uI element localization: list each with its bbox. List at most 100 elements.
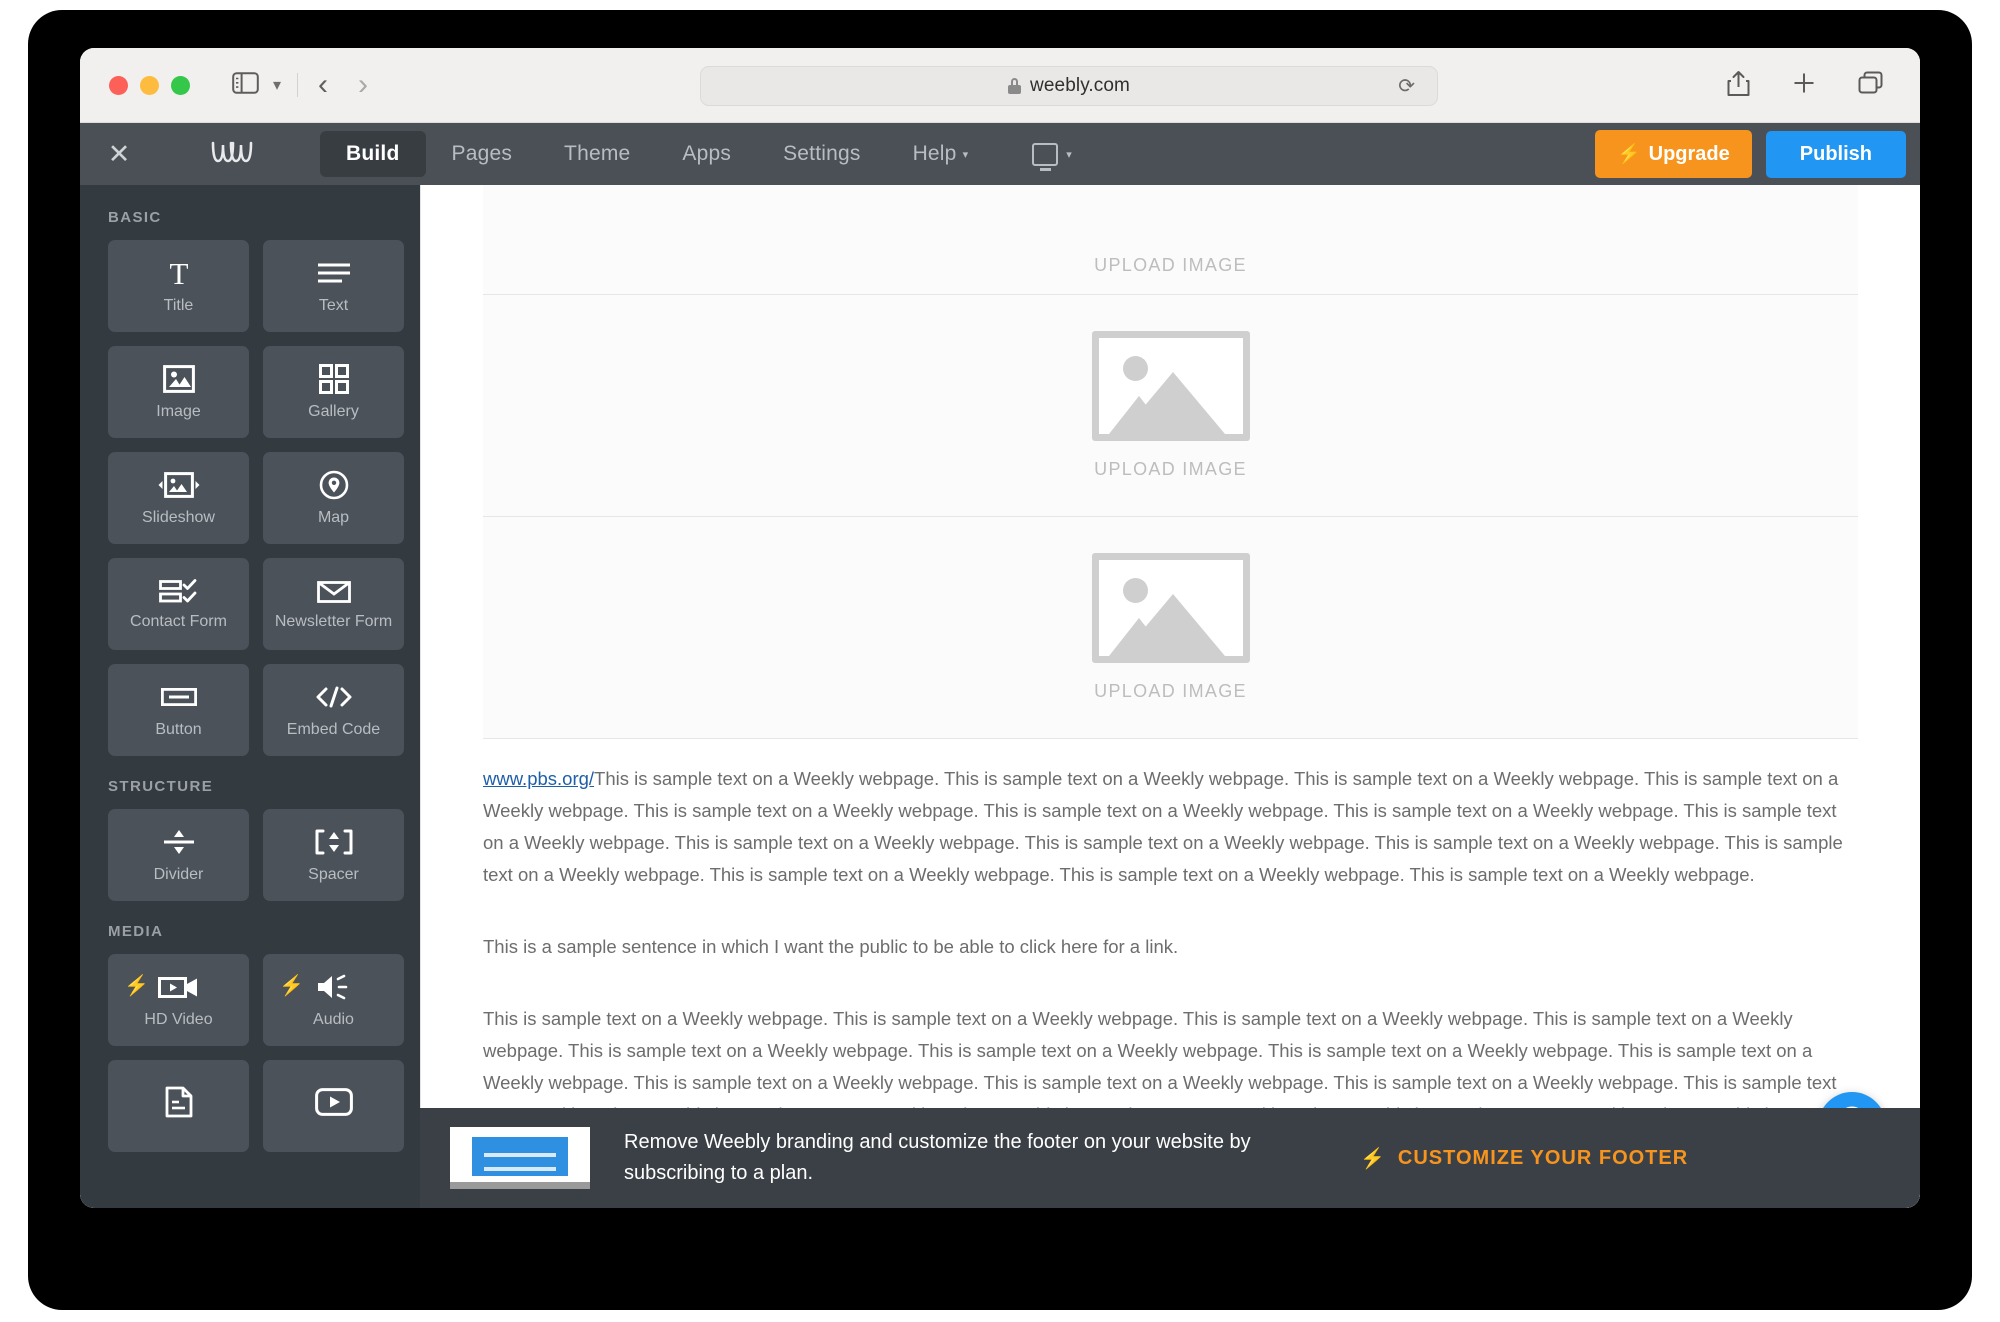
tab-apps[interactable]: Apps xyxy=(656,131,757,177)
palette-section-structure-title: STRUCTURE xyxy=(108,778,214,795)
palette-item-spacer[interactable]: Spacer xyxy=(263,809,404,901)
palette-item-slideshow[interactable]: Slideshow xyxy=(108,452,249,544)
palette-item-audio[interactable]: ⚡ Audio xyxy=(263,954,404,1046)
plus-icon[interactable] xyxy=(1792,71,1816,100)
weebly-logo[interactable] xyxy=(210,139,254,169)
image-placeholder-icon xyxy=(1091,553,1250,663)
divider-icon xyxy=(162,827,196,857)
device-preview-selector[interactable]: ▾ xyxy=(1032,142,1072,171)
editor-nav-actions[interactable]: ⚡ Upgrade Publish xyxy=(1594,130,1906,178)
publish-button-label: Publish xyxy=(1799,142,1872,165)
editor-top-nav: ✕ Build Pages Theme Apps Settings Help ▾ … xyxy=(80,123,1920,185)
palette-item-map[interactable]: Map xyxy=(263,452,404,544)
palette-item-image[interactable]: Image xyxy=(108,346,249,438)
reload-icon[interactable]: ⟳ xyxy=(1398,74,1415,99)
palette-item-document[interactable] xyxy=(108,1060,249,1152)
palette-item-hd-video[interactable]: ⚡ HD Video xyxy=(108,954,249,1046)
envelope-icon xyxy=(316,577,351,607)
lightning-icon: ⚡ xyxy=(1616,144,1641,165)
palette-item-contact-form[interactable]: Contact Form xyxy=(108,558,249,650)
play-box-icon xyxy=(314,1087,353,1117)
tab-build[interactable]: Build xyxy=(320,131,426,177)
palette-item-newsletter-form[interactable]: Newsletter Form xyxy=(263,558,404,650)
tab-overview-icon[interactable] xyxy=(1858,71,1884,100)
editor-body: BASIC T Title Text Image Gallery Slidesh… xyxy=(80,185,1920,1208)
upgrade-button-label: Upgrade xyxy=(1648,142,1730,165)
palette-item-label: Contact Form xyxy=(130,613,227,631)
promo-text: Remove Weebly branding and customize the… xyxy=(624,1131,1251,1184)
pro-lightning-icon: ⚡ xyxy=(124,975,149,997)
upload-image-label: UPLOAD IMAGE xyxy=(1094,681,1247,701)
element-palette-sidebar[interactable]: BASIC T Title Text Image Gallery Slidesh… xyxy=(80,185,420,1208)
chevron-down-icon: ▾ xyxy=(962,148,969,161)
desktop-preview-icon[interactable] xyxy=(1032,142,1059,171)
sidebar-toggle-icon[interactable] xyxy=(232,71,259,99)
page-canvas[interactable]: UPLOAD IMAGE UPLOAD IMAGE UPLOAD IMAGE w… xyxy=(420,185,1920,1208)
image-icon xyxy=(162,364,195,394)
upgrade-button[interactable]: ⚡ Upgrade xyxy=(1594,130,1752,178)
minimize-window-button[interactable] xyxy=(140,75,159,95)
svg-text:T: T xyxy=(169,258,188,288)
palette-item-label: Title xyxy=(163,296,194,314)
close-window-button[interactable] xyxy=(109,75,128,95)
palette-section-media-title: MEDIA xyxy=(108,923,164,940)
navigation-arrows[interactable]: ‹ › xyxy=(318,70,368,100)
share-icon[interactable] xyxy=(1727,70,1750,102)
close-editor-button[interactable]: ✕ xyxy=(88,139,150,170)
tab-theme[interactable]: Theme xyxy=(538,131,656,177)
palette-item-title[interactable]: T Title xyxy=(108,240,249,332)
forward-arrow-icon[interactable]: › xyxy=(358,70,368,100)
palette-item-label: Slideshow xyxy=(142,508,215,526)
upload-image-label: UPLOAD IMAGE xyxy=(1094,459,1247,479)
paragraph-2[interactable]: This is a sample sentence in which I wan… xyxy=(483,931,1858,963)
pbs-link[interactable]: www.pbs.org/ xyxy=(483,768,594,789)
text-lines-icon xyxy=(316,258,352,288)
upload-image-block[interactable]: UPLOAD IMAGE xyxy=(483,517,1858,739)
palette-item-play-box[interactable] xyxy=(263,1060,404,1152)
text-content-area[interactable]: www.pbs.org/This is sample text on a Wee… xyxy=(483,763,1858,1163)
window-traffic-lights[interactable] xyxy=(109,75,190,95)
image-placeholder-icon xyxy=(1091,331,1250,441)
tab-help[interactable]: Help ▾ xyxy=(887,131,995,177)
palette-item-label: Image xyxy=(156,402,201,420)
palette-item-button[interactable]: Button xyxy=(108,664,249,756)
sidebar-toggle-group[interactable]: ▾ xyxy=(232,71,299,99)
chevron-down-icon[interactable]: ▾ xyxy=(273,75,281,95)
customize-footer-label: CUSTOMIZE YOUR FOOTER xyxy=(1397,1146,1689,1169)
lock-icon xyxy=(1008,78,1022,94)
speaker-icon xyxy=(314,972,354,1002)
back-arrow-icon[interactable]: ‹ xyxy=(318,70,328,100)
palette-item-text[interactable]: Text xyxy=(263,240,404,332)
tab-pages[interactable]: Pages xyxy=(426,131,539,177)
palette-item-divider[interactable]: Divider xyxy=(108,809,249,901)
palette-item-label: Spacer xyxy=(308,865,359,883)
browser-window: ▾ ‹ › weebly.com ⟳ ✕ Build Pages Theme A… xyxy=(80,48,1920,1208)
palette-item-label: Gallery xyxy=(308,402,359,420)
zoom-window-button[interactable] xyxy=(171,75,190,95)
palette-grid-media: ⚡ HD Video ⚡ Audio xyxy=(108,954,420,1152)
palette-item-label: Embed Code xyxy=(286,720,381,738)
upload-image-block[interactable]: UPLOAD IMAGE xyxy=(483,295,1858,517)
editor-nav-tabs[interactable]: Build Pages Theme Apps Settings Help ▾ xyxy=(320,131,994,177)
tab-settings[interactable]: Settings xyxy=(757,131,886,177)
palette-item-label: Newsletter Form xyxy=(274,613,393,631)
footer-promo-banner: Remove Weebly branding and customize the… xyxy=(420,1108,1920,1208)
spacer-icon xyxy=(314,827,354,857)
chevron-down-icon[interactable]: ▾ xyxy=(1066,148,1072,161)
paragraph-1-text: This is sample text on a Weekly webpage.… xyxy=(483,768,1843,885)
video-camera-icon xyxy=(157,972,200,1002)
upload-image-block[interactable]: UPLOAD IMAGE xyxy=(483,185,1858,295)
palette-item-embed-code[interactable]: Embed Code xyxy=(263,664,404,756)
palette-section-basic-title: BASIC xyxy=(108,209,162,226)
customize-footer-button[interactable]: ⚡ CUSTOMIZE YOUR FOOTER xyxy=(1360,1146,1688,1171)
palette-item-label: Button xyxy=(155,720,202,738)
map-pin-icon xyxy=(319,470,349,500)
publish-button[interactable]: Publish xyxy=(1765,130,1906,178)
address-bar[interactable]: weebly.com ⟳ xyxy=(700,66,1438,106)
palette-item-label: Text xyxy=(318,296,349,314)
paragraph-with-link[interactable]: www.pbs.org/This is sample text on a Wee… xyxy=(483,763,1858,891)
slideshow-icon xyxy=(157,470,201,500)
browser-toolbar-actions[interactable] xyxy=(1727,48,1884,123)
palette-item-label: HD Video xyxy=(144,1010,213,1028)
palette-item-gallery[interactable]: Gallery xyxy=(263,346,404,438)
